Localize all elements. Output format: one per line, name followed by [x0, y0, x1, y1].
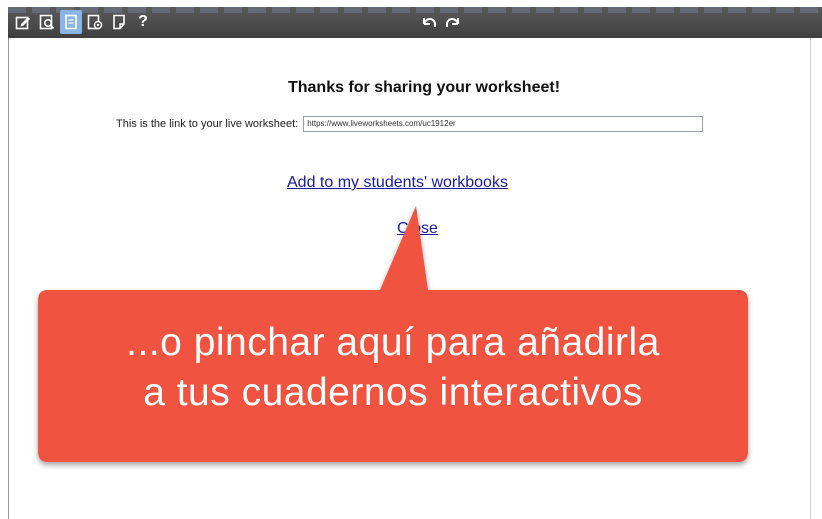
callout-text: ...o pinchar aquí para añadirla a tus cu… — [38, 318, 748, 418]
close-link[interactable]: Close — [397, 220, 438, 238]
worksheet-link-field[interactable]: https://www.liveworksheets.com/uc1912er — [303, 116, 704, 132]
page: ? Thanks for sharing your worksheet! Thi… — [0, 0, 822, 519]
undo-icon[interactable] — [418, 10, 440, 34]
toolbar: ? — [8, 7, 822, 38]
help-icon[interactable]: ? — [132, 10, 154, 34]
edit-icon[interactable] — [12, 10, 34, 34]
settings-icon[interactable] — [84, 10, 106, 34]
callout-line-1: ...o pinchar aquí para añadirla — [126, 321, 660, 364]
callout-line-2: a tus cuadernos interactivos — [143, 371, 643, 414]
content-frame-border — [8, 38, 9, 519]
share-icon[interactable] — [60, 10, 82, 34]
callout-bubble — [38, 206, 748, 462]
link-row: This is the link to your live worksheet:… — [116, 116, 704, 132]
add-to-workbooks-link[interactable]: Add to my students' workbooks — [287, 174, 508, 192]
link-label: This is the link to your live worksheet: — [116, 118, 299, 130]
toolbar-background-strip — [8, 7, 822, 13]
redo-icon[interactable] — [442, 10, 464, 34]
dialog-title: Thanks for sharing your worksheet! — [287, 79, 561, 96]
preview-icon[interactable] — [36, 10, 58, 34]
document-icon[interactable] — [108, 10, 130, 34]
content-frame-border-right — [810, 38, 811, 519]
help-label: ? — [138, 13, 148, 30]
